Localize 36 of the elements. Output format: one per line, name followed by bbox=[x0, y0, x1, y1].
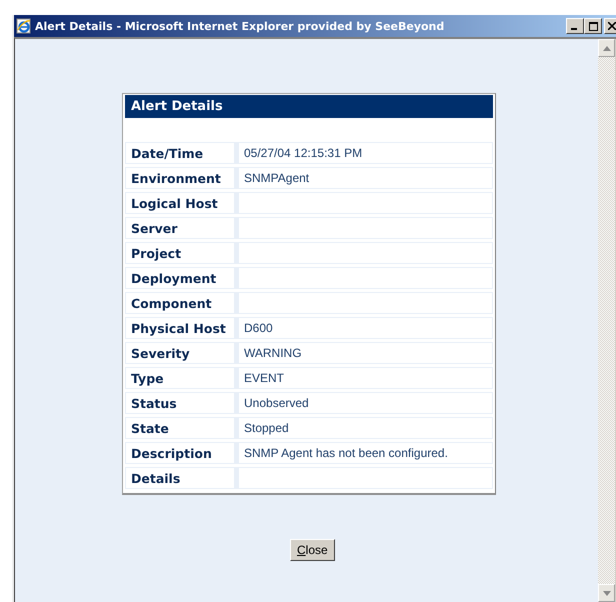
field-label: Physical Host bbox=[125, 317, 238, 339]
field-label: Type bbox=[125, 367, 238, 389]
maximize-button[interactable] bbox=[584, 18, 602, 34]
field-value: Stopped bbox=[238, 417, 493, 439]
minimize-button[interactable] bbox=[566, 18, 584, 34]
field-value: 05/27/04 12:15:31 PM bbox=[238, 142, 493, 164]
field-label: Environment bbox=[125, 167, 238, 189]
close-icon bbox=[608, 22, 616, 30]
vertical-scrollbar[interactable] bbox=[598, 39, 615, 602]
browser-icon bbox=[16, 18, 32, 34]
down-arrow-icon bbox=[602, 590, 610, 596]
window-title: Alert Details - Microsoft Internet Explorer provided by SeeBeyond bbox=[35, 20, 446, 32]
close-window-button[interactable] bbox=[604, 18, 616, 34]
close-button[interactable]: Close bbox=[290, 539, 335, 561]
up-arrow-icon bbox=[602, 46, 610, 50]
field-label: Component bbox=[125, 292, 238, 314]
field-label: Project bbox=[125, 242, 238, 264]
field-label: Details bbox=[125, 467, 238, 489]
field-label: Date/Time bbox=[125, 142, 238, 164]
field-value: Unobserved bbox=[238, 392, 493, 414]
field-label: Logical Host bbox=[125, 192, 238, 214]
field-value: WARNING bbox=[238, 342, 493, 364]
panel-title: Alert Details bbox=[125, 95, 493, 118]
scroll-down-button[interactable] bbox=[598, 584, 615, 602]
field-value: SNMPAgent bbox=[238, 167, 493, 189]
field-value: D600 bbox=[238, 317, 493, 339]
field-value: EVENT bbox=[238, 367, 493, 389]
maximize-icon bbox=[588, 22, 598, 30]
field-label: Severity bbox=[125, 342, 238, 364]
field-label: Server bbox=[125, 217, 238, 239]
field-label: Description bbox=[125, 442, 238, 464]
field-value: SNMP Agent has not been configured. bbox=[238, 442, 493, 464]
field-label: Deployment bbox=[125, 267, 238, 289]
field-label: Status bbox=[125, 392, 238, 414]
field-label: State bbox=[125, 417, 238, 439]
scroll-up-button[interactable] bbox=[598, 39, 615, 57]
